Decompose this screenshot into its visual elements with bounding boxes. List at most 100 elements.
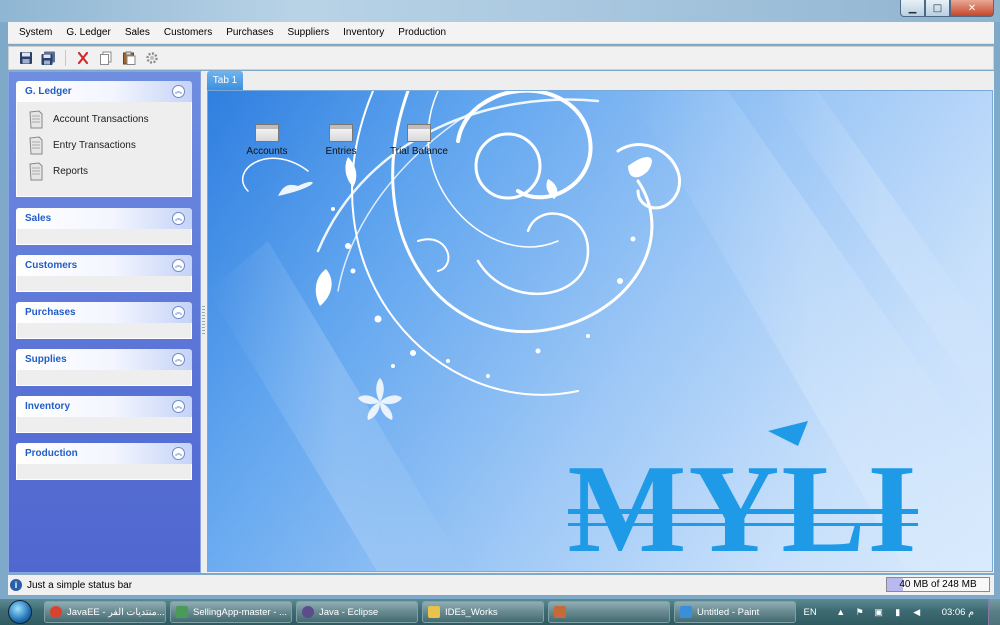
cut-icon — [77, 51, 88, 65]
collapse-icon[interactable]: ︽ — [172, 447, 185, 460]
system-tray: EN ▲ ⚑ ▣ ▮ ◀ 03:06 م — [803, 599, 1000, 625]
group-title: Sales — [25, 213, 52, 224]
desktop-icon-accounts[interactable]: Accounts — [227, 124, 307, 157]
task-label: Account Transactions — [53, 113, 149, 125]
taskbar-button-eclipse[interactable]: Java - Eclipse — [296, 601, 418, 623]
show-desktop-button[interactable] — [988, 599, 1000, 625]
group-title: Purchases — [25, 307, 76, 318]
group-body — [16, 323, 192, 339]
taskbar-button-java[interactable] — [548, 601, 670, 623]
copy-icon — [99, 51, 111, 65]
collapse-icon[interactable]: ︽ — [172, 353, 185, 366]
taskbar-label: SellingApp-master - ... — [193, 606, 287, 618]
task-entry-transactions[interactable]: Entry Transactions — [17, 132, 191, 158]
task-reports[interactable]: Reports — [17, 158, 191, 184]
settings-icon — [145, 52, 158, 64]
taskbar-button-ides-works[interactable]: IDEs_Works — [422, 601, 544, 623]
group-customers: Customers ︽ — [16, 255, 192, 292]
collapse-icon[interactable]: ︽ — [172, 212, 185, 225]
paste-button[interactable] — [120, 50, 137, 67]
menu-bar: System G. Ledger Sales Customers Purchas… — [8, 22, 994, 44]
group-title: Supplies — [25, 354, 67, 365]
start-button[interactable] — [0, 599, 40, 625]
maximize-button[interactable]: □ — [925, 0, 950, 17]
collapse-icon[interactable]: ︽ — [172, 306, 185, 319]
desktop-icon-label: Entries — [325, 146, 357, 157]
window-controls: ▁ □ ✕ — [900, 0, 994, 17]
copy-button[interactable] — [97, 50, 114, 67]
tab-1[interactable]: Tab 1 — [207, 71, 243, 90]
language-indicator[interactable]: EN — [803, 607, 816, 618]
memory-indicator[interactable]: 40 MB of 248 MB — [886, 577, 990, 592]
menu-system[interactable]: System — [12, 22, 59, 44]
group-title: Customers — [25, 260, 78, 271]
desktop-icon-label: Accounts — [246, 146, 288, 157]
window-icon — [329, 124, 353, 142]
group-header-sales[interactable]: Sales ︽ — [16, 208, 192, 229]
group-body — [16, 464, 192, 480]
group-body: Account Transactions Entry Transactions … — [16, 102, 192, 197]
collapse-icon[interactable]: ︽ — [172, 400, 185, 413]
menu-sales[interactable]: Sales — [118, 22, 157, 44]
menu-suppliers[interactable]: Suppliers — [280, 22, 336, 44]
group-title: Production — [25, 448, 78, 459]
menu-customers[interactable]: Customers — [157, 22, 219, 44]
group-header-supplies[interactable]: Supplies ︽ — [16, 349, 192, 370]
taskbar-button-paint[interactable]: Untitled - Paint — [674, 601, 796, 623]
group-body — [16, 229, 192, 245]
save-icon — [19, 52, 32, 64]
windows-logo-icon — [8, 600, 32, 624]
collapse-icon[interactable]: ︽ — [172, 85, 185, 98]
menu-purchases[interactable]: Purchases — [219, 22, 280, 44]
document-icon — [29, 109, 43, 128]
collapse-icon[interactable]: ︽ — [172, 259, 185, 272]
split-pane-divider[interactable] — [202, 306, 205, 336]
save-button[interactable] — [17, 50, 34, 67]
close-button[interactable]: ✕ — [950, 0, 994, 17]
save-all-button[interactable] — [40, 50, 57, 67]
desktop-pane: MYLI Accounts Entries Trial Balance — [207, 90, 993, 572]
group-header-inventory[interactable]: Inventory ︽ — [16, 396, 192, 417]
toolbar — [8, 46, 994, 70]
network-icon[interactable]: ▮ — [892, 606, 904, 618]
status-bar: i Just a simple status bar 40 MB of 248 … — [8, 575, 994, 595]
safely-remove-icon[interactable]: ▣ — [873, 606, 885, 618]
group-header-customers[interactable]: Customers ︽ — [16, 255, 192, 276]
group-body — [16, 276, 192, 292]
desktop-icon-entries[interactable]: Entries — [301, 124, 381, 157]
paint-icon — [680, 606, 692, 618]
group-header-g-ledger[interactable]: G. Ledger ︽ — [16, 81, 192, 102]
volume-icon[interactable]: ◀ — [911, 606, 923, 618]
document-icon — [29, 135, 43, 154]
taskbar-button-sellingapp[interactable]: SellingApp-master - ... — [170, 601, 292, 623]
group-production: Production ︽ — [16, 443, 192, 480]
group-header-production[interactable]: Production ︽ — [16, 443, 192, 464]
cut-button[interactable] — [74, 50, 91, 67]
group-purchases: Purchases ︽ — [16, 302, 192, 339]
menu-inventory[interactable]: Inventory — [336, 22, 391, 44]
group-title: G. Ledger — [25, 86, 72, 97]
taskbar-button-chrome[interactable]: JavaEE - منتديات الفر... — [44, 601, 166, 623]
group-sales: Sales ︽ — [16, 208, 192, 245]
group-g-ledger: G. Ledger ︽ Account Transactions Entry T… — [16, 81, 192, 197]
window-icon — [407, 124, 431, 142]
minimize-button[interactable]: ▁ — [900, 0, 925, 17]
chrome-icon — [50, 606, 62, 618]
app-icon — [176, 606, 188, 618]
eclipse-icon — [302, 606, 314, 618]
desktop-icon-trial-balance[interactable]: Trial Balance — [379, 124, 459, 157]
flag-icon[interactable]: ⚑ — [854, 606, 866, 618]
settings-button[interactable] — [143, 50, 160, 67]
group-title: Inventory — [25, 401, 71, 412]
window-icon — [255, 124, 279, 142]
show-hidden-icon[interactable]: ▲ — [835, 606, 847, 618]
menu-g-ledger[interactable]: G. Ledger — [59, 22, 117, 44]
task-account-transactions[interactable]: Account Transactions — [17, 106, 191, 132]
group-body — [16, 417, 192, 433]
taskbar-label: JavaEE - منتديات الفر... — [67, 606, 165, 618]
menu-production[interactable]: Production — [391, 22, 453, 44]
clock[interactable]: 03:06 م — [942, 607, 974, 618]
task-label: Reports — [53, 165, 89, 177]
window-title-bar[interactable]: ▁ □ ✕ — [0, 0, 1000, 22]
group-header-purchases[interactable]: Purchases ︽ — [16, 302, 192, 323]
